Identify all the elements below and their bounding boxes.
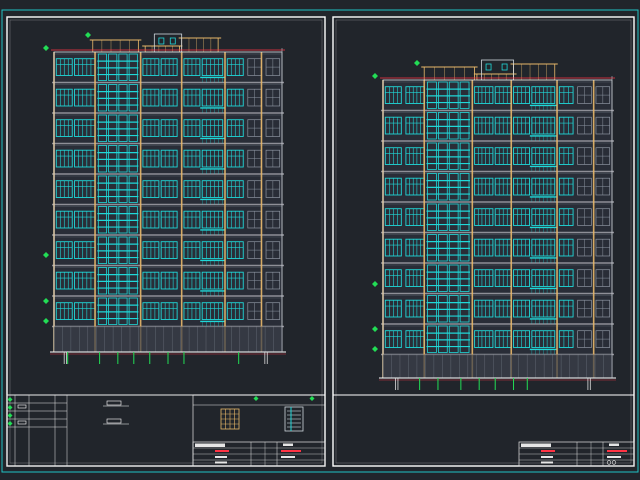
cad-drawing-canvas[interactable] [0, 0, 640, 480]
text-bar [215, 461, 227, 464]
text-bar [283, 443, 293, 446]
building-elevation-2[interactable] [372, 59, 616, 390]
project-name-bar [195, 443, 225, 447]
podium-band [54, 326, 282, 352]
text-bar [215, 456, 227, 458]
text-bar [281, 456, 295, 458]
text-bar [541, 456, 553, 458]
text-bar [541, 461, 553, 464]
red-text-bar [215, 450, 229, 452]
project-name-bar [521, 443, 551, 447]
podium-band [383, 354, 612, 378]
building-elevation-1[interactable] [43, 32, 286, 364]
red-text-bar [281, 450, 301, 452]
text-bar [607, 456, 621, 458]
text-bar [609, 443, 619, 446]
red-text-bar [607, 450, 627, 452]
red-text-bar [541, 450, 555, 452]
